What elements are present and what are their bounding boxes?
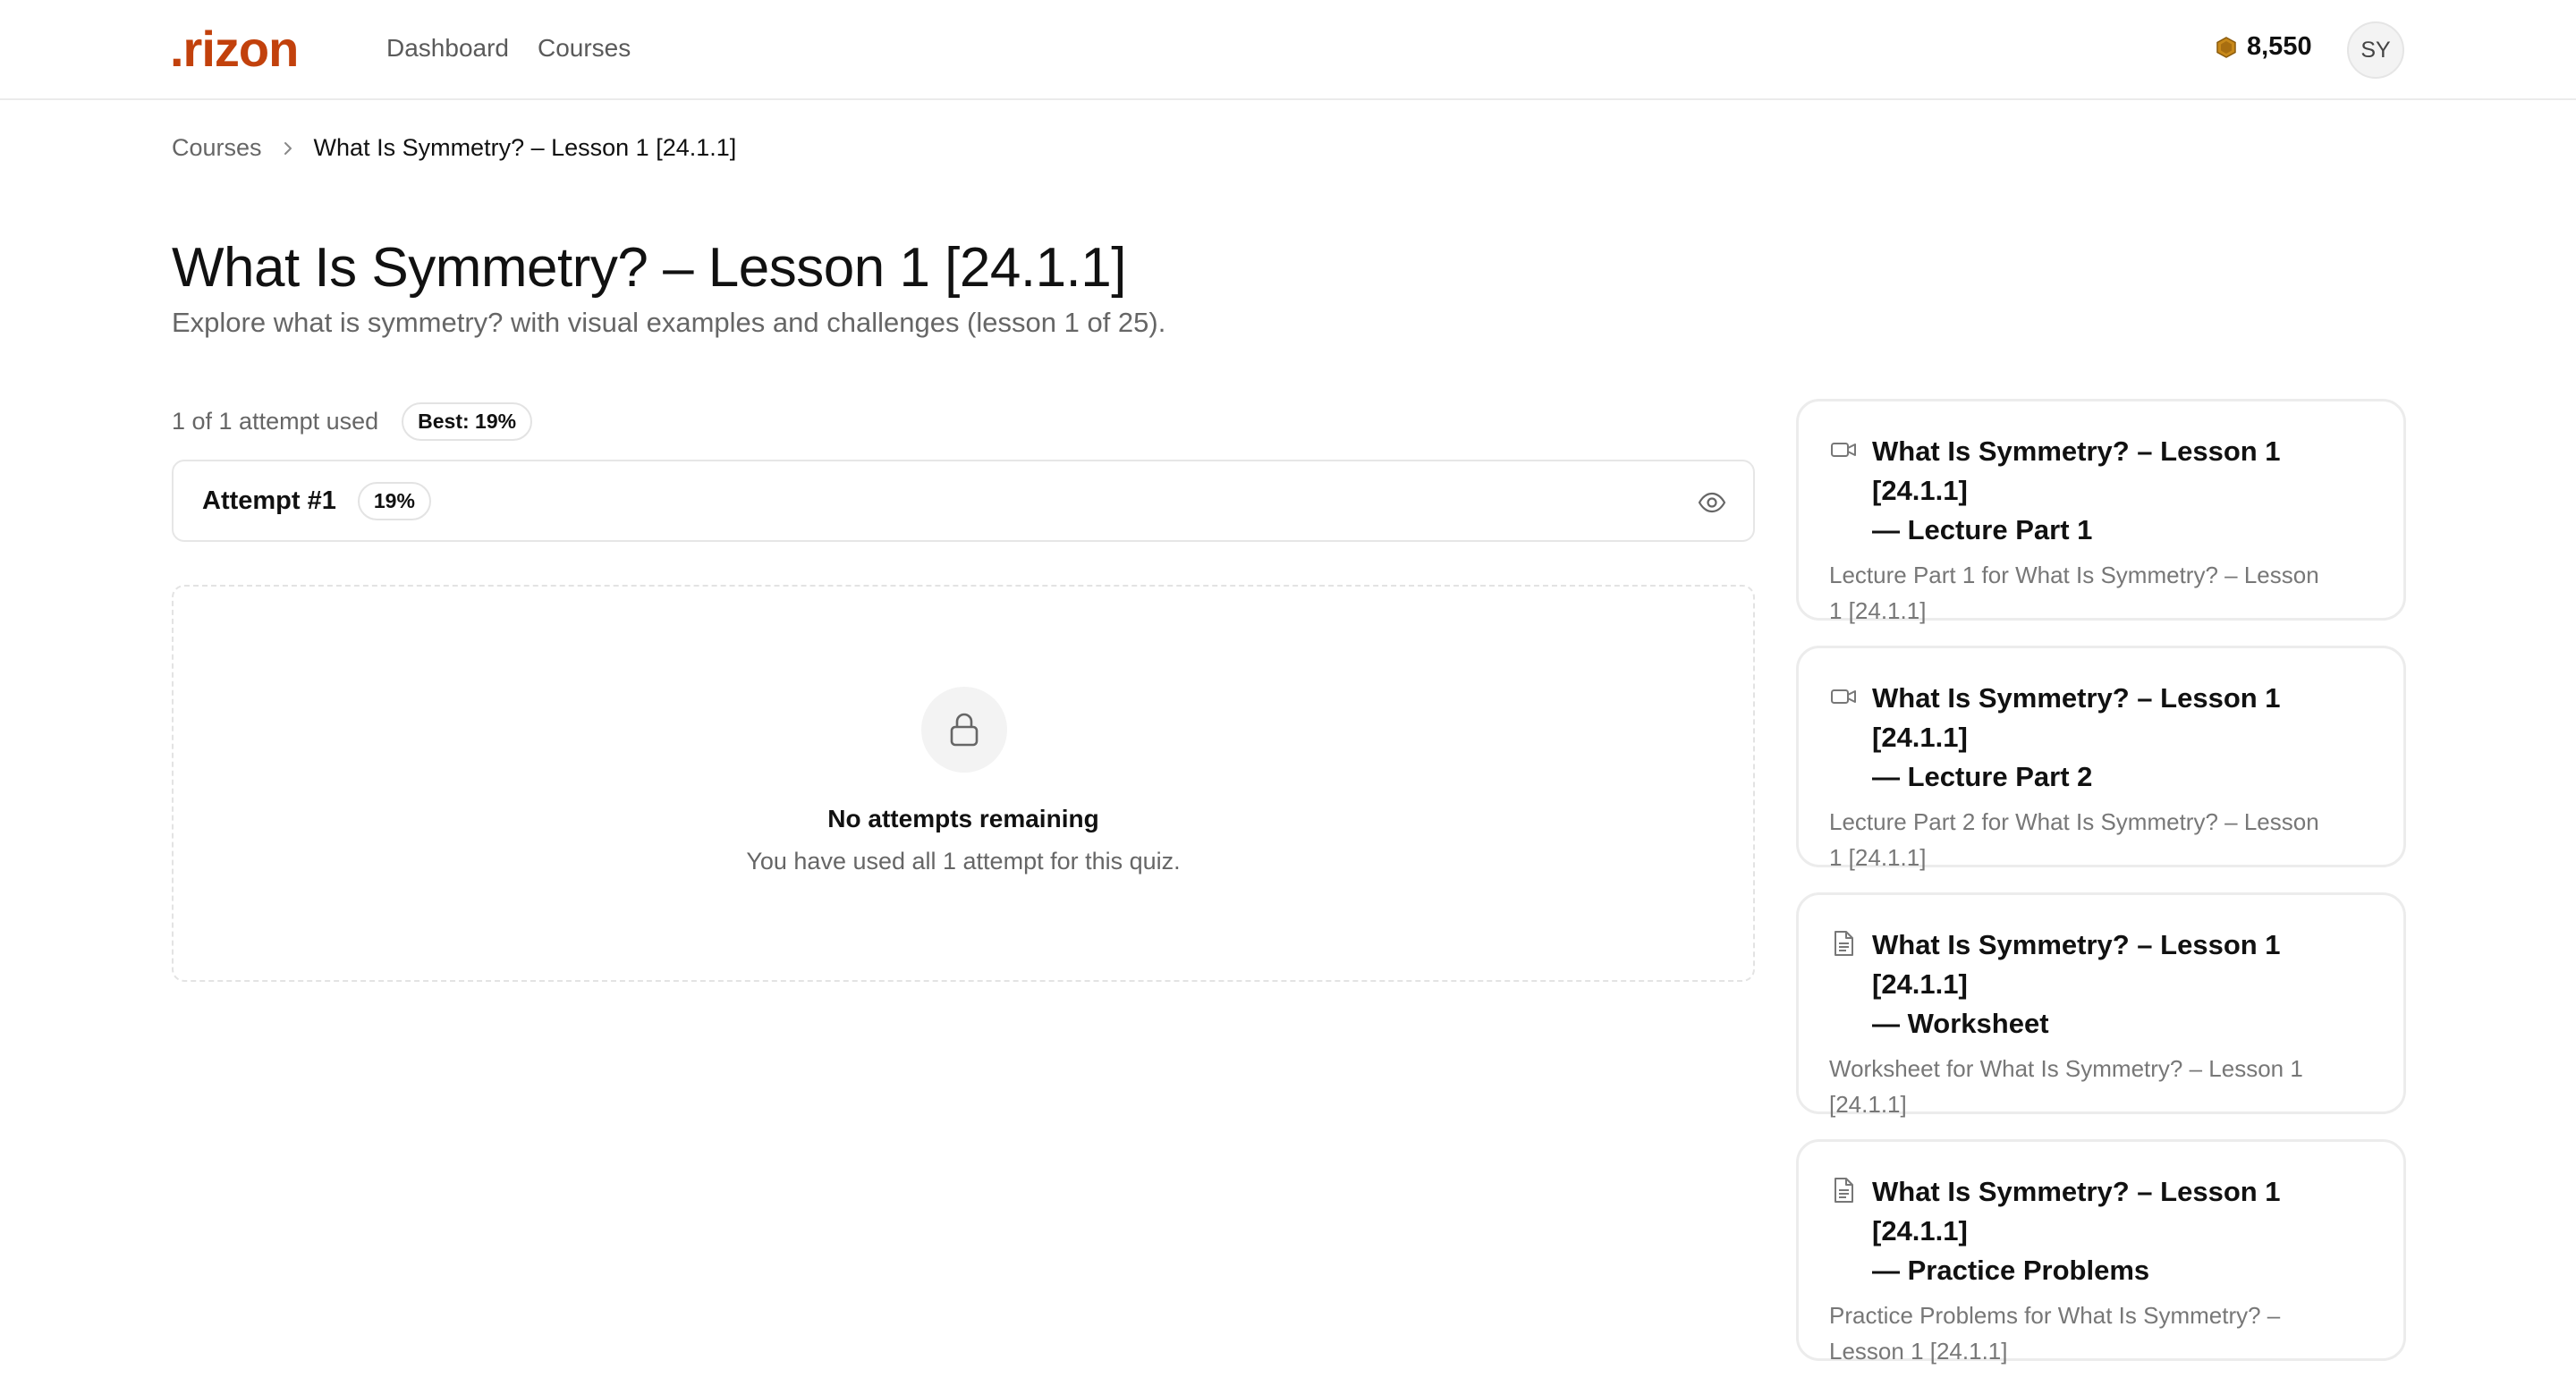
attempt-score-badge: 19% <box>357 481 431 520</box>
logo[interactable]: .rizon <box>170 20 299 78</box>
breadcrumb-courses-link[interactable]: Courses <box>172 134 262 162</box>
eye-icon[interactable] <box>1698 488 1726 517</box>
attempt-summary: 1 of 1 attempt used Best: 19% <box>172 402 533 441</box>
breadcrumb-current: What Is Symmetry? – Lesson 1 [24.1.1] <box>313 134 737 161</box>
no-attempts-message: You have used all 1 attempt for this qui… <box>746 848 1181 875</box>
attempts-used-text: 1 of 1 attempt used <box>172 408 379 435</box>
page-subtitle: Explore what is symmetry? with visual ex… <box>172 307 1166 338</box>
avatar[interactable]: SY <box>2347 21 2404 79</box>
coin-count: 8,550 <box>2247 32 2312 61</box>
sidebar-card-title-line1: What Is Symmetry? – Lesson 1 [24.1.1] <box>1872 1176 2281 1247</box>
sidebar-card-desc-line1: Worksheet for What Is Symmetry? – Lesson… <box>1829 1055 2303 1082</box>
breadcrumb: Courses What Is Symmetry? – Lesson 1 [24… <box>172 134 736 162</box>
attempt-label: Attempt #1 <box>202 486 336 515</box>
sidebar-card-title-line2: — Practice Problems <box>1872 1255 2150 1286</box>
lock-badge <box>921 687 1007 773</box>
sidebar-card-title-line2: — Worksheet <box>1872 1008 2049 1039</box>
nav-courses-link[interactable]: Courses <box>538 34 631 63</box>
video-icon <box>1831 689 1856 704</box>
no-attempts-title: No attempts remaining <box>827 805 1099 832</box>
chevron-right-icon <box>284 141 292 155</box>
lock-icon <box>950 713 979 747</box>
sidebar-card-title-line2: — Lecture Part 2 <box>1872 761 2093 792</box>
sidebar-card-desc-line2: [24.1.1] <box>1829 1091 1907 1118</box>
sidebar-card-worksheet[interactable]: What Is Symmetry? – Lesson 1 [24.1.1] — … <box>1796 892 2406 1118</box>
top-bar: .rizon Dashboard Courses 8,550 SY <box>0 0 2576 100</box>
sidebar-card-practice-problems[interactable]: What Is Symmetry? – Lesson 1 [24.1.1] — … <box>1796 1139 2406 1365</box>
document-icon <box>1835 1178 1853 1203</box>
attempt-row[interactable]: Attempt #1 19% <box>172 460 1755 542</box>
sidebar-card-title-line2: — Lecture Part 1 <box>1872 514 2093 545</box>
document-icon <box>1835 931 1853 956</box>
sidebar-card-title-line1: What Is Symmetry? – Lesson 1 [24.1.1] <box>1872 929 2281 1000</box>
best-score-badge: Best: 19% <box>402 402 533 441</box>
page-title: What Is Symmetry? – Lesson 1 [24.1.1] <box>172 237 1126 299</box>
sidebar-card-desc-line2: 1 [24.1.1] <box>1829 597 1927 624</box>
coin-icon <box>2216 36 2236 58</box>
nav-dashboard-link[interactable]: Dashboard <box>386 34 509 63</box>
sidebar-card-desc-line2: 1 [24.1.1] <box>1829 844 1927 871</box>
sidebar-card-lecture-part-1[interactable]: What Is Symmetry? – Lesson 1 [24.1.1] — … <box>1796 399 2406 624</box>
sidebar-card-lecture-part-2[interactable]: What Is Symmetry? – Lesson 1 [24.1.1] — … <box>1796 646 2406 871</box>
no-attempts-panel: No attempts remaining You have used all … <box>172 585 1755 982</box>
sidebar-card-title-line1: What Is Symmetry? – Lesson 1 [24.1.1] <box>1872 682 2281 753</box>
sidebar-card-desc-line1: Practice Problems for What Is Symmetry? … <box>1829 1302 2281 1329</box>
sidebar-card-desc-line1: Lecture Part 2 for What Is Symmetry? – L… <box>1829 808 2319 835</box>
sidebar-card-title-line1: What Is Symmetry? – Lesson 1 [24.1.1] <box>1872 435 2281 506</box>
sidebar-card-desc-line1: Lecture Part 1 for What Is Symmetry? – L… <box>1829 562 2319 588</box>
main-nav: Dashboard Courses <box>386 34 631 63</box>
video-icon <box>1831 443 1856 457</box>
sidebar-card-desc-line2: Lesson 1 [24.1.1] <box>1829 1338 2008 1365</box>
coin-balance: 8,550 <box>2216 32 2312 62</box>
